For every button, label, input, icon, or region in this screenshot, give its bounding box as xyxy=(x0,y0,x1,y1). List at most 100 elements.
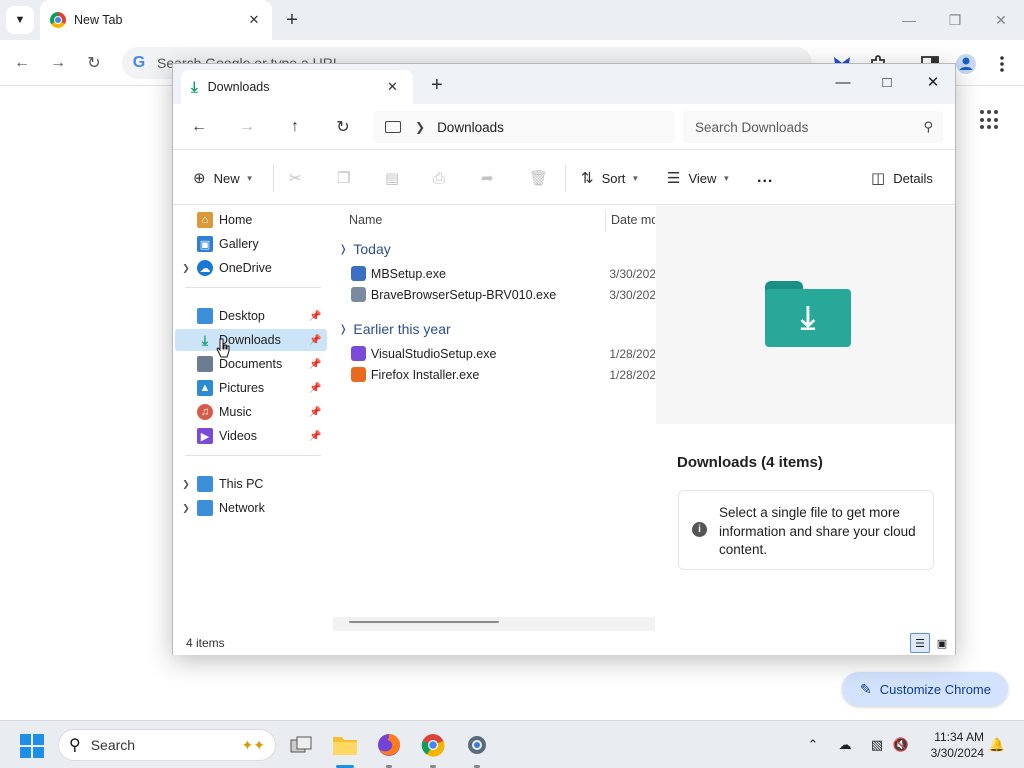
share-button[interactable]: ➦ xyxy=(481,164,502,192)
show-hidden-icons-button[interactable]: ⌃ xyxy=(802,734,824,756)
explorer-maximize-button[interactable]: □ xyxy=(871,68,903,96)
profile-button[interactable] xyxy=(954,52,978,76)
view-label: View xyxy=(688,170,717,186)
reload-button[interactable]: ↻ xyxy=(81,50,107,76)
nav-item-onedrive[interactable]: ❯ ☁ OneDrive xyxy=(175,257,327,279)
horizontal-scrollbar[interactable] xyxy=(333,617,655,631)
column-divider[interactable] xyxy=(605,210,606,232)
column-header-date[interactable]: Date mo xyxy=(611,206,655,234)
see-more-button[interactable]: ... xyxy=(757,164,773,192)
tab-search-button[interactable]: ▼ xyxy=(6,6,34,34)
scissors-icon: ✂ xyxy=(289,170,302,187)
pin-icon[interactable]: 📌 xyxy=(309,431,323,442)
nav-item-home[interactable]: ⌂ Home xyxy=(175,209,327,231)
table-row[interactable]: BraveBrowserSetup-BRV010.exe 3/30/2024 xyxy=(351,284,655,305)
column-header-name[interactable]: Name xyxy=(349,206,382,234)
nav-item-documents[interactable]: Documents 📌 xyxy=(175,353,327,375)
document-icon xyxy=(197,356,213,372)
nav-item-label: Documents xyxy=(219,357,283,371)
cut-button[interactable]: ✂ xyxy=(289,164,310,192)
pin-icon[interactable]: 📌 xyxy=(309,335,323,346)
group-header-earlier-this-year[interactable]: ❭ Earlier this year xyxy=(339,317,451,341)
scrollbar-thumb[interactable] xyxy=(349,621,499,623)
pin-icon[interactable]: 📌 xyxy=(309,383,323,394)
nav-item-gallery[interactable]: ▣ Gallery xyxy=(175,233,327,255)
breadcrumb-item-downloads[interactable]: Downloads xyxy=(437,120,504,135)
start-button[interactable] xyxy=(20,734,44,758)
explorer-command-bar: ⊕ New ▼ ✂ ❐ ▤ ⎙ ➦ 🗑 ⇅ Sort ▼ ☰ View ▼ ..… xyxy=(173,150,955,205)
settings-taskbar-button[interactable] xyxy=(462,730,492,760)
view-button[interactable]: ☰ View ▼ xyxy=(667,164,730,192)
file-name: BraveBrowserSetup-BRV010.exe xyxy=(370,287,557,302)
table-row[interactable]: VisualStudioSetup.exe 1/28/2024 xyxy=(351,343,655,364)
group-header-today[interactable]: ❭ Today xyxy=(339,237,391,261)
nav-item-pictures[interactable]: ▲ Pictures 📌 xyxy=(175,377,327,399)
nav-item-network[interactable]: ❯ Network xyxy=(175,497,327,519)
nav-item-downloads[interactable]: ⤓ Downloads 📌 xyxy=(175,329,327,351)
explorer-minimize-button[interactable]: — xyxy=(827,68,859,96)
back-button[interactable]: ← xyxy=(9,50,35,76)
file-name: Firefox Installer.exe xyxy=(370,367,480,382)
pin-icon[interactable]: 📌 xyxy=(309,359,323,370)
explorer-tab-downloads[interactable]: ⤓ Downloads ✕ xyxy=(181,70,413,104)
onedrive-tray-button[interactable]: ☁ xyxy=(834,734,856,756)
close-tab-icon[interactable]: ✕ xyxy=(387,79,407,95)
exe-file-icon xyxy=(351,346,366,361)
notifications-button[interactable]: 🔔 xyxy=(986,734,1008,756)
rename-button[interactable]: ⎙ xyxy=(433,164,453,192)
customize-chrome-button[interactable]: ✎ Customize Chrome xyxy=(842,672,1008,706)
table-row[interactable]: Firefox Installer.exe 1/28/2024 xyxy=(351,364,655,385)
table-row[interactable]: MBSetup.exe 3/30/2024 xyxy=(351,263,655,284)
nav-divider xyxy=(185,455,321,456)
pin-icon[interactable]: 📌 xyxy=(309,311,323,322)
task-view-button[interactable] xyxy=(286,730,316,760)
firefox-taskbar-button[interactable] xyxy=(374,730,404,760)
nav-item-this-pc[interactable]: ❯ This PC xyxy=(175,473,327,495)
chevron-right-icon[interactable]: ❯ xyxy=(179,503,193,514)
details-view-button[interactable]: ☰ xyxy=(910,633,930,653)
nav-item-desktop[interactable]: Desktop 📌 xyxy=(175,305,327,327)
explorer-search-input[interactable]: Search Downloads ⚲ xyxy=(683,111,943,143)
delete-button[interactable]: 🗑 xyxy=(529,164,556,192)
explorer-tab-title: Downloads xyxy=(207,80,270,94)
nav-item-videos[interactable]: ▶ Videos 📌 xyxy=(175,425,327,447)
minimize-icon: — xyxy=(902,12,916,28)
chrome-menu-button[interactable] xyxy=(990,52,1014,76)
new-tab-button[interactable]: + xyxy=(280,8,304,32)
chrome-taskbar-button[interactable] xyxy=(418,730,448,760)
exe-file-icon xyxy=(351,266,366,281)
copy-button[interactable]: ❐ xyxy=(337,164,358,192)
close-tab-icon[interactable]: ✕ xyxy=(244,10,264,30)
restore-button[interactable]: ❐ xyxy=(943,8,967,32)
chevron-down-icon: ▼ xyxy=(14,14,26,26)
new-button[interactable]: ⊕ New ▼ xyxy=(193,164,254,192)
details-button[interactable]: ◫ Details xyxy=(871,164,933,192)
explorer-new-tab-button[interactable]: + xyxy=(431,74,443,97)
explorer-up-button[interactable]: ↑ xyxy=(281,114,309,140)
nav-item-label: Downloads xyxy=(219,333,281,347)
volume-tray-button[interactable]: 🔇 xyxy=(890,734,912,756)
close-window-button[interactable]: ✕ xyxy=(989,8,1013,32)
nav-item-music[interactable]: ♫ Music 📌 xyxy=(175,401,327,423)
sort-button[interactable]: ⇅ Sort ▼ xyxy=(581,164,639,192)
taskbar-search[interactable]: ⚲ Search ✦✦ xyxy=(58,729,276,761)
chrome-tab-strip: ▼ New Tab ✕ + — ❐ ✕ xyxy=(0,0,1024,40)
minimize-button[interactable]: — xyxy=(897,8,921,32)
breadcrumb[interactable]: ❯ Downloads xyxy=(373,111,675,143)
tiles-view-button[interactable]: ▣ xyxy=(932,633,952,653)
explorer-forward-button[interactable]: → xyxy=(233,114,261,140)
explorer-close-button[interactable]: ✕ xyxy=(917,68,949,96)
trash-icon: 🗑 xyxy=(529,170,549,187)
paste-button[interactable]: ▤ xyxy=(385,164,407,192)
clock[interactable]: 11:34 AM 3/30/2024 xyxy=(922,729,984,761)
forward-button[interactable]: → xyxy=(45,50,71,76)
file-explorer-taskbar-button[interactable] xyxy=(330,730,360,760)
explorer-back-button[interactable]: ← xyxy=(185,114,213,140)
pin-icon[interactable]: 📌 xyxy=(309,407,323,418)
google-apps-icon[interactable] xyxy=(980,110,1000,130)
chevron-right-icon[interactable]: ❯ xyxy=(179,263,193,274)
explorer-refresh-button[interactable]: ↻ xyxy=(329,114,357,140)
chevron-right-icon[interactable]: ❯ xyxy=(179,479,193,490)
network-tray-button[interactable]: ▧ xyxy=(866,734,888,756)
chrome-tab-new-tab[interactable]: New Tab ✕ xyxy=(40,0,272,40)
